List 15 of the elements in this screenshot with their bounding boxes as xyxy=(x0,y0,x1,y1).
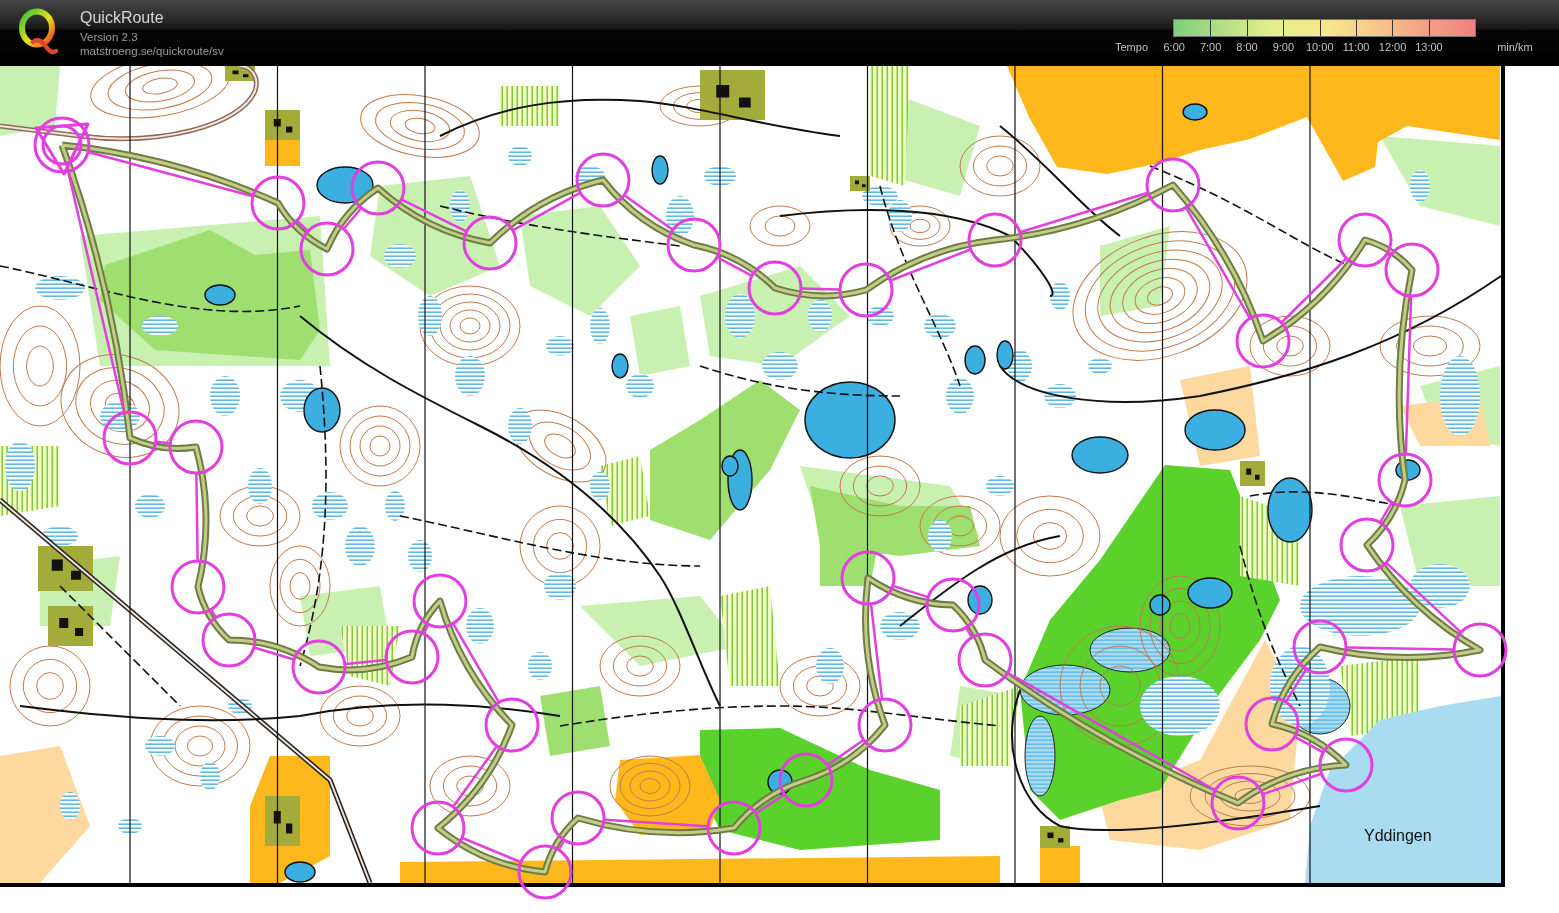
tempo-tick-label: 13:00 xyxy=(1414,40,1444,54)
unit-label: min/km xyxy=(1497,40,1533,54)
lake-name-label: Yddingen xyxy=(1364,827,1432,845)
tempo-tick-label: 11:00 xyxy=(1341,40,1371,54)
tempo-tick-label: 7:00 xyxy=(1198,40,1223,54)
tempo-tick-label: 10:00 xyxy=(1305,40,1335,54)
version-text: Version 2.3 xyxy=(80,30,139,44)
website-url: matstroeng.se/quickroute/sv xyxy=(80,44,224,58)
tempo-tick-label: 9:00 xyxy=(1271,40,1296,54)
tempo-tick-label: 12:00 xyxy=(1377,40,1408,54)
tempo-label: Tempo xyxy=(1114,40,1150,54)
tempo-tick-label: 6:00 xyxy=(1162,40,1186,54)
tempo-tick-label: 8:00 xyxy=(1235,40,1259,54)
app-title: QuickRoute xyxy=(80,9,165,27)
logo-icon xyxy=(18,8,58,56)
